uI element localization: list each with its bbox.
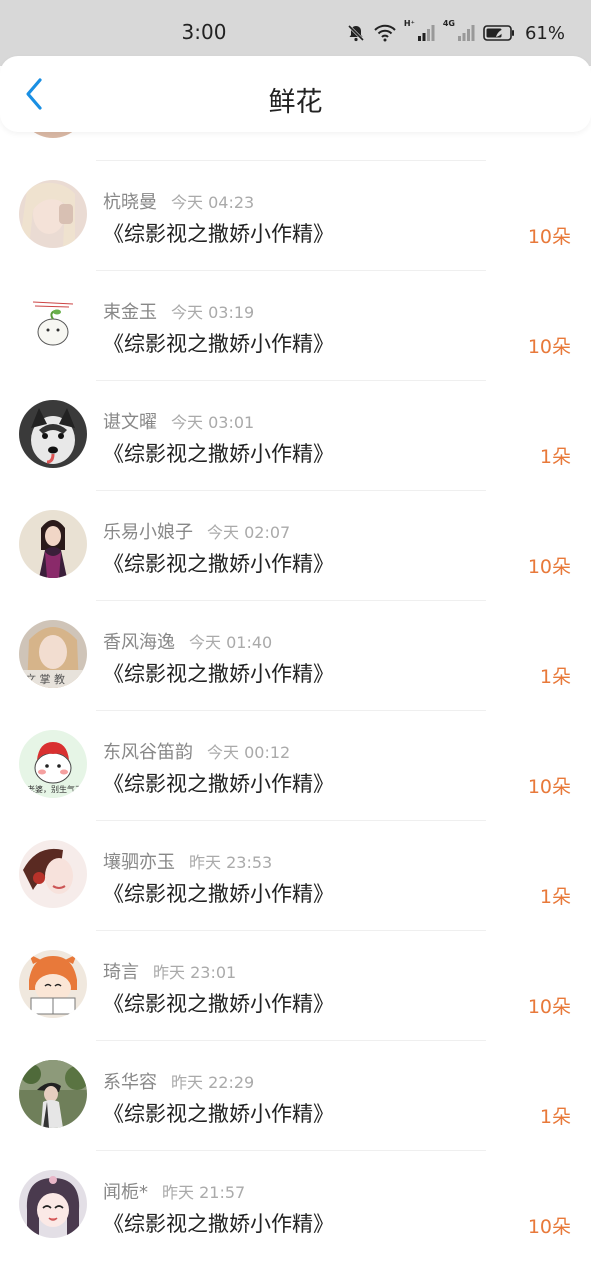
divider — [96, 270, 486, 271]
flower-count: 10朵 — [527, 1216, 571, 1238]
avatar[interactable] — [19, 180, 87, 248]
signal-icon — [457, 24, 475, 42]
avatar[interactable] — [19, 400, 87, 468]
book-title: 《综影视之撒娇小作精》 — [103, 662, 334, 686]
timestamp: 今天 03:19 — [171, 303, 255, 322]
wifi-icon — [374, 24, 396, 42]
avatar[interactable] — [19, 1060, 87, 1128]
avatar[interactable]: 文 掌 教 — [19, 620, 87, 688]
book-title: 《综影视之撒娇小作精》 — [103, 332, 334, 356]
divider — [96, 930, 486, 931]
user-name: 香风海逸 — [103, 632, 175, 653]
flower-count: 1朵 — [539, 886, 571, 908]
flower-count: 10朵 — [527, 556, 571, 578]
svg-text:老婆，别生气了: 老婆，别生气了 — [27, 784, 83, 794]
timestamp: 昨天 23:53 — [189, 853, 273, 872]
signal-icon — [417, 24, 435, 42]
flower-count: 1朵 — [539, 1106, 571, 1128]
list-item[interactable]: 杭晓曼 今天 04:23 《综影视之撒娇小作精》 10朵 — [0, 160, 591, 270]
flower-count: 10朵 — [527, 776, 571, 798]
avatar[interactable] — [19, 290, 87, 358]
divider — [96, 160, 486, 161]
avatar[interactable] — [19, 1170, 87, 1238]
flower-count: 1朵 — [539, 666, 571, 688]
avatar[interactable] — [19, 510, 87, 578]
bell-off-icon — [346, 23, 366, 43]
avatar[interactable] — [19, 840, 87, 908]
timestamp: 昨天 22:29 — [171, 1073, 255, 1092]
book-title: 《综影视之撒娇小作精》 — [103, 772, 334, 796]
network-type-label: H⁺ — [403, 19, 415, 28]
list-item[interactable]: 老婆，别生气了 东风谷笛韵 今天 00:12 《综影视之撒娇小作精》 10朵 — [0, 710, 591, 820]
list-item[interactable]: 系华容 昨天 22:29 《综影视之撒娇小作精》 1朵 — [0, 1040, 591, 1150]
user-name: 东风谷笛韵 — [103, 742, 193, 763]
list-item[interactable]: 文 掌 教 香风海逸 今天 01:40 《综影视之撒娇小作精》 1朵 — [0, 600, 591, 710]
page-title: 鲜花 — [268, 87, 323, 118]
user-name: 乐易小娘子 — [103, 522, 193, 543]
divider — [96, 820, 486, 821]
network-type-label-2: 4G — [442, 19, 455, 28]
timestamp: 昨天 21:57 — [162, 1183, 246, 1202]
book-title: 《综影视之撒娇小作精》 — [103, 1102, 334, 1126]
svg-text:文 掌 教: 文 掌 教 — [25, 672, 65, 686]
user-name: 束金玉 — [103, 302, 157, 323]
divider — [96, 490, 486, 491]
book-title: 《综影视之撒娇小作精》 — [103, 882, 334, 906]
user-name: 谌文曜 — [103, 412, 157, 433]
divider — [96, 1040, 486, 1041]
divider — [96, 600, 486, 601]
avatar[interactable]: 老婆，别生气了 — [19, 730, 87, 798]
divider — [96, 380, 486, 381]
divider — [96, 710, 486, 711]
timestamp: 昨天 23:01 — [153, 963, 237, 982]
divider — [96, 1150, 486, 1151]
book-title: 《综影视之撒娇小作精》 — [103, 1212, 334, 1236]
list-item[interactable]: 壤驷亦玉 昨天 23:53 《综影视之撒娇小作精》 1朵 — [0, 820, 591, 930]
list-item[interactable]: 束金玉 今天 03:19 《综影视之撒娇小作精》 10朵 — [0, 270, 591, 380]
flower-count: 10朵 — [527, 336, 571, 358]
list-item[interactable]: 谌文曜 今天 03:01 《综影视之撒娇小作精》 1朵 — [0, 380, 591, 490]
flower-count: 10朵 — [527, 996, 571, 1018]
battery-icon — [483, 24, 515, 42]
user-name: 壤驷亦玉 — [103, 852, 175, 873]
header: 鲜花 — [0, 56, 591, 132]
timestamp: 今天 01:40 — [189, 633, 273, 652]
user-name: 杭晓曼 — [103, 192, 157, 213]
book-title: 《综影视之撒娇小作精》 — [103, 552, 334, 576]
user-name: 琦言 — [103, 962, 139, 983]
user-name: 闻栀* — [103, 1182, 148, 1203]
timestamp: 今天 00:12 — [207, 743, 291, 762]
list-item[interactable]: 琦言 昨天 23:01 《综影视之撒娇小作精》 10朵 — [0, 930, 591, 1040]
book-title: 《综影视之撒娇小作精》 — [103, 992, 334, 1016]
timestamp: 今天 04:23 — [171, 193, 255, 212]
book-title: 《综影视之撒娇小作精》 — [103, 442, 334, 466]
timestamp: 今天 02:07 — [207, 523, 291, 542]
status-icons: H⁺ 4G 61% — [346, 20, 565, 46]
list-item[interactable]: 乐易小娘子 今天 02:07 《综影视之撒娇小作精》 10朵 — [0, 490, 591, 600]
user-name: 系华容 — [103, 1072, 157, 1093]
avatar[interactable] — [19, 950, 87, 1018]
flower-count: 10朵 — [527, 226, 571, 248]
book-title: 《综影视之撒娇小作精》 — [103, 222, 334, 246]
list-item[interactable]: 闻栀* 昨天 21:57 《综影视之撒娇小作精》 10朵 — [0, 1150, 591, 1260]
flower-count: 1朵 — [539, 446, 571, 468]
timestamp: 今天 03:01 — [171, 413, 255, 432]
battery-percent: 61% — [524, 22, 565, 44]
